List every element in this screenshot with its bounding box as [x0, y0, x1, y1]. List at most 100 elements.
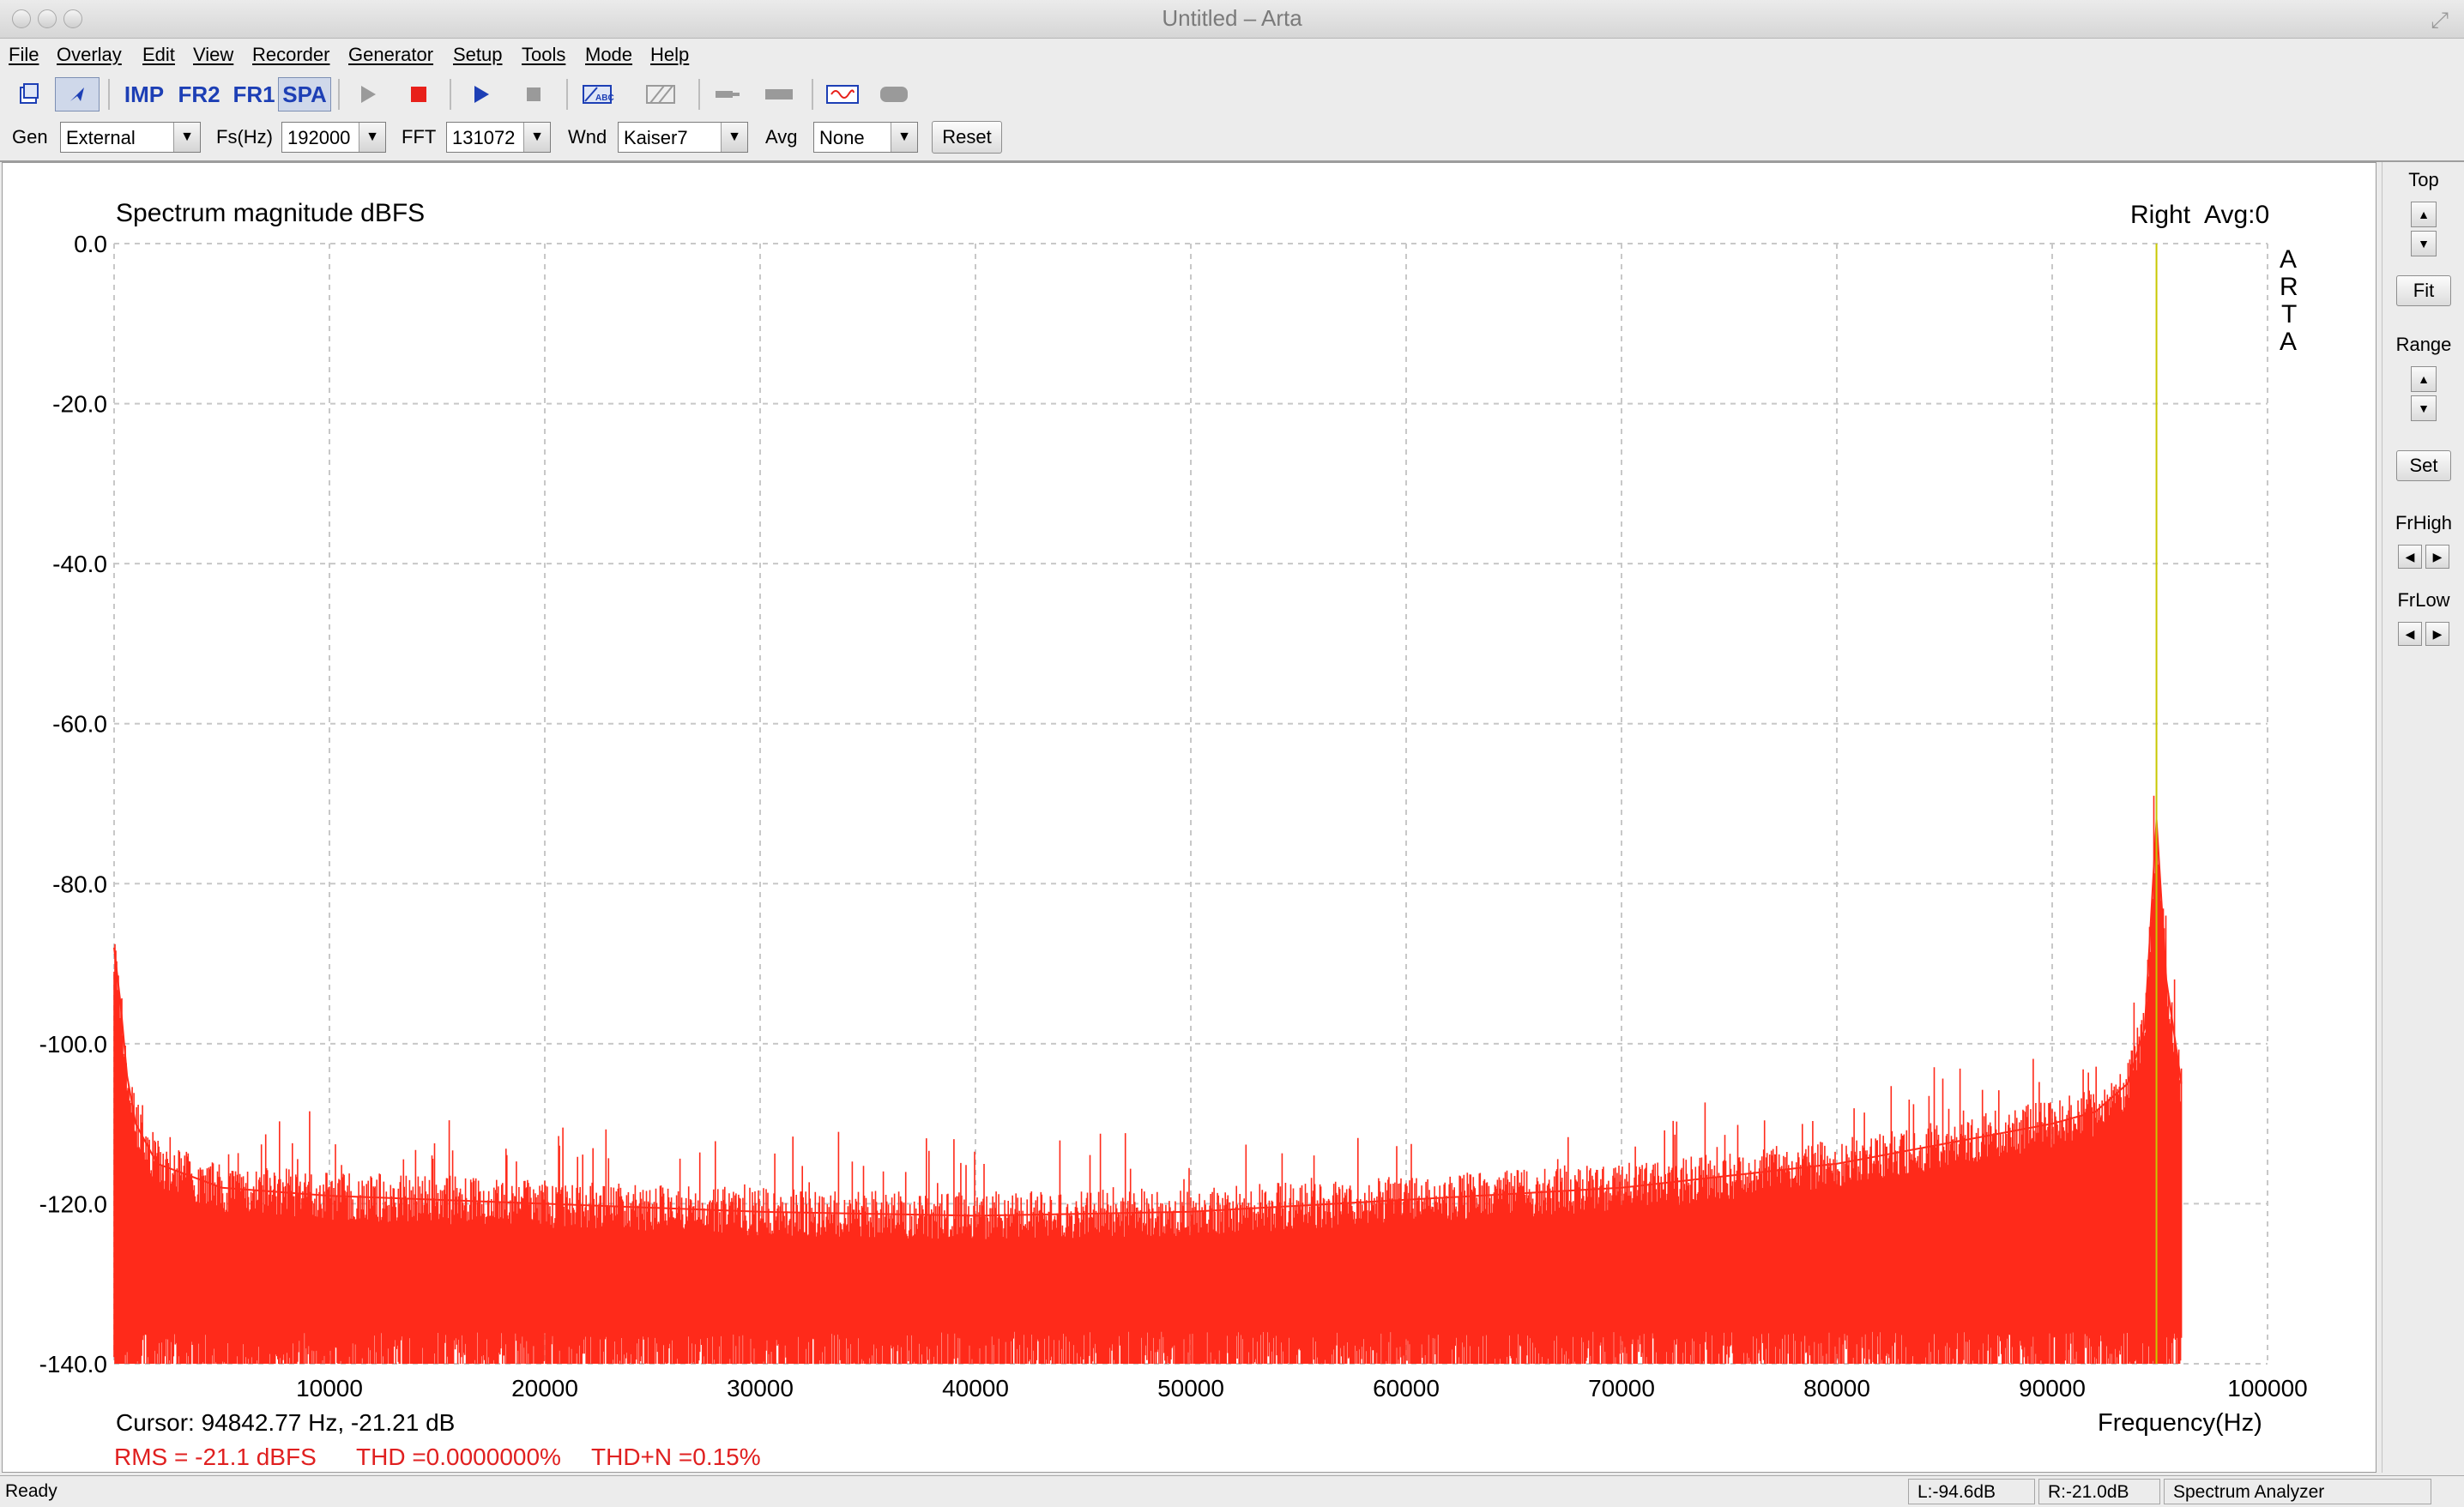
- hatch-icon: [646, 85, 675, 104]
- label-abc-icon: ABC: [583, 85, 614, 104]
- title-bar: Untitled – Arta ⤢: [0, 0, 2464, 39]
- fs-select[interactable]: 192000 ▼: [281, 122, 386, 153]
- svg-text:ABC: ABC: [595, 93, 614, 103]
- toolbar-separator: [698, 79, 700, 110]
- x-tick-label: 20000: [511, 1375, 578, 1402]
- frlow-right-button[interactable]: ▶: [2425, 622, 2449, 646]
- x-tick-label: 100000: [2227, 1375, 2307, 1402]
- fit-label: Fit: [2413, 280, 2435, 301]
- left-level-cell: L:-94.6dB: [1908, 1479, 2035, 1504]
- avg-select[interactable]: None ▼: [813, 122, 918, 153]
- plot-control-panel: Top ▲ ▼ Fit Range ▲ ▼ Set FrHigh ◀ ▶ FrL…: [2382, 162, 2464, 1473]
- chevron-down-icon[interactable]: ▼: [891, 123, 917, 152]
- hatch-tool-button[interactable]: [638, 77, 683, 112]
- top-up-button[interactable]: ▲: [2411, 202, 2437, 227]
- gen-select[interactable]: External ▼: [60, 122, 201, 153]
- fft-select[interactable]: 131072 ▼: [446, 122, 551, 153]
- menu-generator[interactable]: Generator: [348, 44, 433, 66]
- logo-letter-r: R: [2280, 273, 2298, 301]
- cursor-readout: Cursor: 94842.77 Hz, -21.21 dB: [116, 1409, 455, 1436]
- menu-overlay[interactable]: Overlay: [57, 44, 122, 66]
- chevron-down-icon[interactable]: ▼: [359, 123, 385, 152]
- arrow-down-icon: ▼: [2418, 237, 2430, 250]
- play-button[interactable]: [345, 77, 390, 112]
- wnd-select[interactable]: Kaiser7 ▼: [618, 122, 748, 153]
- set-button[interactable]: Set: [2396, 450, 2451, 481]
- signal-generator-button[interactable]: [820, 77, 865, 112]
- spectrum-trace-group: [113, 795, 2183, 1364]
- y-tick-label: -80.0: [52, 871, 107, 897]
- frhigh-right-button[interactable]: ▶: [2425, 545, 2449, 569]
- toolbar-separator: [108, 79, 110, 110]
- rms-readout: RMS = -21.1 dBFS: [114, 1444, 317, 1470]
- chevron-down-icon[interactable]: ▼: [721, 123, 747, 152]
- new-file-button[interactable]: [7, 77, 51, 112]
- toolbar-separator: [566, 79, 568, 110]
- menu-mode[interactable]: Mode: [585, 44, 632, 66]
- status-text: Ready: [5, 1481, 57, 1501]
- y-tick-label: -40.0: [52, 551, 107, 577]
- fit-button[interactable]: Fit: [2396, 275, 2451, 306]
- wnd-label: Wnd: [568, 126, 607, 148]
- parameter-bar: Gen External ▼ Fs(Hz) 192000 ▼ FFT 13107…: [0, 118, 2464, 162]
- reset-button[interactable]: Reset: [932, 121, 1002, 154]
- arrow-right-icon: ▶: [2432, 549, 2443, 564]
- chart-title: Spectrum magnitude dBFS: [116, 199, 425, 227]
- right-level-value: R:-21.0dB: [2048, 1482, 2129, 1502]
- pointer-tool-button[interactable]: [55, 77, 100, 112]
- spectrum-chart[interactable]: 0.0 -20.0 -40.0 -60.0 -80.0 -100.0 -120.0 -140.…: [3, 163, 2376, 1472]
- range-down-button[interactable]: ▼: [2411, 395, 2437, 421]
- new-file-icon: [20, 83, 39, 104]
- impulse-mode-button[interactable]: IMP: [118, 77, 170, 112]
- stop-record-button[interactable]: [396, 77, 441, 112]
- menu-view[interactable]: View: [193, 44, 233, 66]
- start-analyzer-button[interactable]: [458, 77, 503, 112]
- menu-setup[interactable]: Setup: [453, 44, 503, 66]
- wnd-value: Kaiser7: [624, 127, 688, 148]
- fr1-mode-button[interactable]: FR1: [228, 77, 280, 112]
- frhigh-left-button[interactable]: ◀: [2398, 545, 2422, 569]
- x-tick-label: 10000: [296, 1375, 363, 1402]
- logo-letter-a: A: [2280, 245, 2297, 274]
- x-axis-label: Frequency(Hz): [2098, 1409, 2262, 1437]
- range-up-button[interactable]: ▲: [2411, 366, 2437, 392]
- frlow-left-button[interactable]: ◀: [2398, 622, 2422, 646]
- menu-file[interactable]: File: [9, 44, 39, 66]
- x-tick-label: 90000: [2019, 1375, 2086, 1402]
- y-axis-ticks: 0.0 -20.0 -40.0 -60.0 -80.0 -100.0 -120.0 -140.…: [39, 231, 107, 1377]
- menu-help[interactable]: Help: [650, 44, 689, 66]
- menu-recorder[interactable]: Recorder: [252, 44, 329, 66]
- options-button[interactable]: [872, 77, 916, 112]
- device-button[interactable]: [757, 77, 801, 112]
- toolbar-separator: [812, 79, 813, 110]
- mode-value: Spectrum Analyzer: [2173, 1482, 2325, 1502]
- left-level-value: L:-94.6dB: [1917, 1482, 1996, 1502]
- fr2-mode-button[interactable]: FR2: [173, 77, 225, 112]
- avg-label: Avg: [765, 126, 798, 148]
- pointer-icon: [70, 87, 84, 101]
- arrow-left-icon: ◀: [2405, 549, 2415, 564]
- arrow-left-icon: ◀: [2405, 626, 2415, 641]
- stop-analyzer-button[interactable]: [511, 77, 556, 112]
- top-down-button[interactable]: ▼: [2411, 231, 2437, 256]
- spectrum-mode-button[interactable]: SPA: [278, 77, 331, 112]
- chevron-down-icon[interactable]: ▼: [523, 123, 550, 152]
- x-axis-ticks: 10000 20000 30000 40000 50000 60000 70000 80000…: [296, 1375, 2308, 1402]
- menu-tools[interactable]: Tools: [522, 44, 565, 66]
- menu-edit[interactable]: Edit: [142, 44, 175, 66]
- y-tick-label: -140.0: [39, 1351, 107, 1377]
- spectrum-plot-panel[interactable]: 0.0 -20.0 -40.0 -60.0 -80.0 -100.0 -120.0 -140.…: [2, 162, 2376, 1473]
- top-label: Top: [2408, 169, 2439, 190]
- menu-bar: File Overlay Edit View Recorder Generato…: [0, 39, 2464, 73]
- connector-button[interactable]: [705, 77, 750, 112]
- chevron-down-icon[interactable]: ▼: [173, 123, 200, 152]
- label-tool-button[interactable]: ABC: [575, 77, 619, 112]
- spectrum-trace: [113, 795, 2183, 1364]
- fft-value: 131072: [452, 127, 516, 148]
- stop-icon: [411, 87, 426, 102]
- reset-label: Reset: [942, 126, 992, 148]
- fullscreen-icon[interactable]: ⤢: [2431, 7, 2449, 34]
- stop-icon: [527, 87, 541, 101]
- rounded-rect-icon: [880, 87, 908, 102]
- window-title: Untitled – Arta: [1162, 5, 1302, 31]
